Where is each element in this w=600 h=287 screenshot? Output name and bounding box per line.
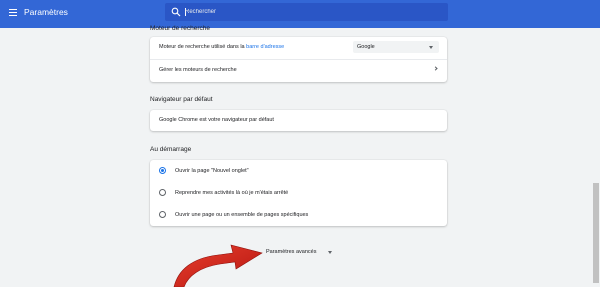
row-label: Moteur de recherche utilisé dans la barr… [159, 44, 284, 50]
hamburger-menu-icon[interactable] [9, 9, 17, 17]
row-label-text: Moteur de recherche utilisé dans la [159, 44, 247, 50]
card-search-engine: Moteur de recherche utilisé dans la barr… [150, 37, 447, 82]
manage-search-engines-label: Gérer les moteurs de recherche [159, 67, 237, 73]
search-input[interactable] [185, 5, 440, 19]
selected-search-engine: Google [357, 44, 375, 50]
radio-new-tab[interactable] [159, 167, 166, 174]
section-title-default-browser: Navigateur par défaut [150, 96, 213, 103]
chevron-right-icon [433, 66, 438, 71]
search-engine-select[interactable]: Google [353, 41, 439, 53]
page-title: Paramètres [24, 7, 68, 17]
search-box[interactable] [165, 3, 448, 21]
radio-specific-pages[interactable] [159, 211, 166, 218]
section-title-startup: Au démarrage [150, 146, 192, 153]
chevron-down-icon [429, 46, 433, 49]
startup-option-continue[interactable]: Reprendre mes activités là où je m'étais… [150, 182, 447, 204]
manage-search-engines-row[interactable]: Gérer les moteurs de recherche [150, 60, 447, 82]
top-app-bar: Paramètres [0, 0, 600, 28]
startup-option-specific-pages[interactable]: Ouvrir une page ou un ensemble de pages … [150, 204, 447, 226]
search-icon [171, 7, 181, 17]
advanced-settings-button[interactable]: Paramètres avancés [266, 249, 316, 255]
startup-option-label: Ouvrir la page "Nouvel onglet" [175, 168, 249, 174]
annotation-arrow-icon [173, 244, 263, 287]
startup-option-new-tab[interactable]: Ouvrir la page "Nouvel onglet" [150, 160, 447, 182]
startup-option-label: Reprendre mes activités là où je m'étais… [175, 190, 289, 196]
address-bar-link[interactable]: barre d'adresse [246, 44, 284, 50]
section-title-search-engine: Moteur de recherche [150, 25, 210, 32]
chevron-down-icon[interactable] [328, 251, 332, 254]
card-startup: Ouvrir la page "Nouvel onglet" Reprendre… [150, 160, 447, 226]
row-search-engine-select: Moteur de recherche utilisé dans la barr… [150, 37, 447, 59]
startup-option-label: Ouvrir une page ou un ensemble de pages … [175, 212, 309, 218]
card-default-browser: Google Chrome est votre navigateur par d… [150, 110, 447, 131]
default-browser-status: Google Chrome est votre navigateur par d… [159, 117, 274, 123]
scrollbar-thumb[interactable] [593, 183, 599, 283]
radio-continue[interactable] [159, 189, 166, 196]
